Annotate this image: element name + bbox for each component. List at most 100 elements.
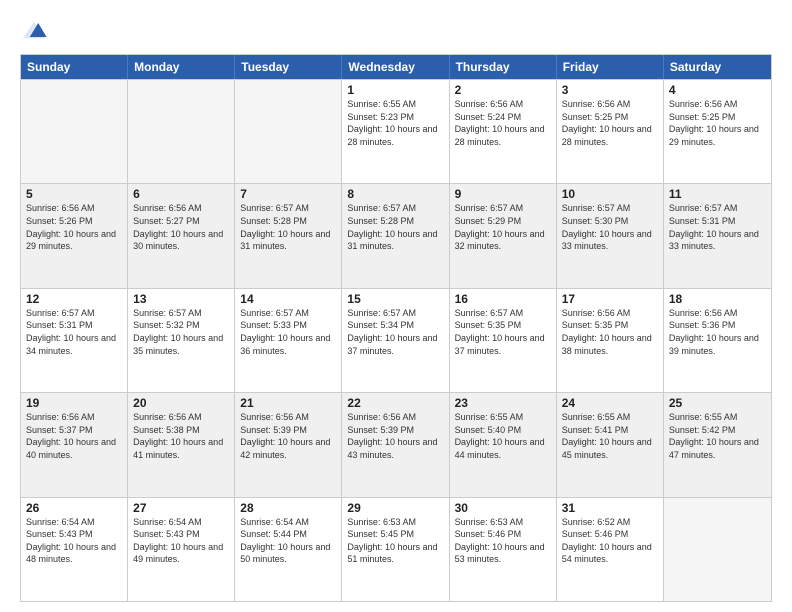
day-number: 15 xyxy=(347,292,443,306)
day-info: Sunrise: 6:56 AMSunset: 5:25 PMDaylight:… xyxy=(562,98,658,148)
day-info: Sunrise: 6:57 AMSunset: 5:35 PMDaylight:… xyxy=(455,307,551,357)
cal-week-2: 5Sunrise: 6:56 AMSunset: 5:26 PMDaylight… xyxy=(21,183,771,287)
day-number: 12 xyxy=(26,292,122,306)
day-info: Sunrise: 6:52 AMSunset: 5:46 PMDaylight:… xyxy=(562,516,658,566)
cal-cell-day-1: 1Sunrise: 6:55 AMSunset: 5:23 PMDaylight… xyxy=(342,80,449,183)
day-number: 25 xyxy=(669,396,766,410)
day-number: 8 xyxy=(347,187,443,201)
cal-cell-empty xyxy=(235,80,342,183)
day-info: Sunrise: 6:56 AMSunset: 5:26 PMDaylight:… xyxy=(26,202,122,252)
cal-header-friday: Friday xyxy=(557,55,664,79)
cal-header-thursday: Thursday xyxy=(450,55,557,79)
cal-cell-day-4: 4Sunrise: 6:56 AMSunset: 5:25 PMDaylight… xyxy=(664,80,771,183)
logo xyxy=(20,16,52,44)
cal-cell-day-3: 3Sunrise: 6:56 AMSunset: 5:25 PMDaylight… xyxy=(557,80,664,183)
day-number: 9 xyxy=(455,187,551,201)
calendar-header-row: SundayMondayTuesdayWednesdayThursdayFrid… xyxy=(21,55,771,79)
day-number: 5 xyxy=(26,187,122,201)
day-info: Sunrise: 6:53 AMSunset: 5:45 PMDaylight:… xyxy=(347,516,443,566)
cal-cell-day-30: 30Sunrise: 6:53 AMSunset: 5:46 PMDayligh… xyxy=(450,498,557,601)
cal-header-wednesday: Wednesday xyxy=(342,55,449,79)
day-info: Sunrise: 6:56 AMSunset: 5:39 PMDaylight:… xyxy=(240,411,336,461)
day-number: 10 xyxy=(562,187,658,201)
page: SundayMondayTuesdayWednesdayThursdayFrid… xyxy=(0,0,792,612)
day-info: Sunrise: 6:56 AMSunset: 5:37 PMDaylight:… xyxy=(26,411,122,461)
day-number: 16 xyxy=(455,292,551,306)
day-number: 18 xyxy=(669,292,766,306)
day-info: Sunrise: 6:55 AMSunset: 5:40 PMDaylight:… xyxy=(455,411,551,461)
day-number: 26 xyxy=(26,501,122,515)
day-info: Sunrise: 6:57 AMSunset: 5:28 PMDaylight:… xyxy=(347,202,443,252)
day-number: 3 xyxy=(562,83,658,97)
cal-cell-day-6: 6Sunrise: 6:56 AMSunset: 5:27 PMDaylight… xyxy=(128,184,235,287)
cal-week-4: 19Sunrise: 6:56 AMSunset: 5:37 PMDayligh… xyxy=(21,392,771,496)
day-info: Sunrise: 6:57 AMSunset: 5:34 PMDaylight:… xyxy=(347,307,443,357)
day-info: Sunrise: 6:57 AMSunset: 5:30 PMDaylight:… xyxy=(562,202,658,252)
day-number: 19 xyxy=(26,396,122,410)
cal-cell-day-27: 27Sunrise: 6:54 AMSunset: 5:43 PMDayligh… xyxy=(128,498,235,601)
day-info: Sunrise: 6:55 AMSunset: 5:23 PMDaylight:… xyxy=(347,98,443,148)
cal-week-3: 12Sunrise: 6:57 AMSunset: 5:31 PMDayligh… xyxy=(21,288,771,392)
day-info: Sunrise: 6:57 AMSunset: 5:29 PMDaylight:… xyxy=(455,202,551,252)
cal-header-tuesday: Tuesday xyxy=(235,55,342,79)
cal-cell-day-25: 25Sunrise: 6:55 AMSunset: 5:42 PMDayligh… xyxy=(664,393,771,496)
cal-cell-day-12: 12Sunrise: 6:57 AMSunset: 5:31 PMDayligh… xyxy=(21,289,128,392)
day-number: 7 xyxy=(240,187,336,201)
header xyxy=(20,16,772,44)
cal-cell-day-15: 15Sunrise: 6:57 AMSunset: 5:34 PMDayligh… xyxy=(342,289,449,392)
cal-cell-empty xyxy=(128,80,235,183)
calendar: SundayMondayTuesdayWednesdayThursdayFrid… xyxy=(20,54,772,602)
cal-cell-day-18: 18Sunrise: 6:56 AMSunset: 5:36 PMDayligh… xyxy=(664,289,771,392)
cal-cell-day-7: 7Sunrise: 6:57 AMSunset: 5:28 PMDaylight… xyxy=(235,184,342,287)
day-info: Sunrise: 6:54 AMSunset: 5:44 PMDaylight:… xyxy=(240,516,336,566)
cal-cell-day-8: 8Sunrise: 6:57 AMSunset: 5:28 PMDaylight… xyxy=(342,184,449,287)
day-number: 23 xyxy=(455,396,551,410)
day-number: 1 xyxy=(347,83,443,97)
day-info: Sunrise: 6:56 AMSunset: 5:24 PMDaylight:… xyxy=(455,98,551,148)
day-info: Sunrise: 6:57 AMSunset: 5:31 PMDaylight:… xyxy=(26,307,122,357)
day-info: Sunrise: 6:54 AMSunset: 5:43 PMDaylight:… xyxy=(133,516,229,566)
cal-cell-day-11: 11Sunrise: 6:57 AMSunset: 5:31 PMDayligh… xyxy=(664,184,771,287)
cal-cell-day-17: 17Sunrise: 6:56 AMSunset: 5:35 PMDayligh… xyxy=(557,289,664,392)
cal-week-1: 1Sunrise: 6:55 AMSunset: 5:23 PMDaylight… xyxy=(21,79,771,183)
day-info: Sunrise: 6:56 AMSunset: 5:25 PMDaylight:… xyxy=(669,98,766,148)
day-number: 28 xyxy=(240,501,336,515)
day-info: Sunrise: 6:57 AMSunset: 5:31 PMDaylight:… xyxy=(669,202,766,252)
cal-cell-day-14: 14Sunrise: 6:57 AMSunset: 5:33 PMDayligh… xyxy=(235,289,342,392)
day-info: Sunrise: 6:57 AMSunset: 5:32 PMDaylight:… xyxy=(133,307,229,357)
cal-cell-day-24: 24Sunrise: 6:55 AMSunset: 5:41 PMDayligh… xyxy=(557,393,664,496)
calendar-body: 1Sunrise: 6:55 AMSunset: 5:23 PMDaylight… xyxy=(21,79,771,601)
day-number: 17 xyxy=(562,292,658,306)
day-info: Sunrise: 6:56 AMSunset: 5:36 PMDaylight:… xyxy=(669,307,766,357)
day-number: 22 xyxy=(347,396,443,410)
cal-cell-day-21: 21Sunrise: 6:56 AMSunset: 5:39 PMDayligh… xyxy=(235,393,342,496)
day-info: Sunrise: 6:56 AMSunset: 5:38 PMDaylight:… xyxy=(133,411,229,461)
day-number: 2 xyxy=(455,83,551,97)
cal-cell-day-20: 20Sunrise: 6:56 AMSunset: 5:38 PMDayligh… xyxy=(128,393,235,496)
cal-cell-day-13: 13Sunrise: 6:57 AMSunset: 5:32 PMDayligh… xyxy=(128,289,235,392)
day-info: Sunrise: 6:55 AMSunset: 5:42 PMDaylight:… xyxy=(669,411,766,461)
day-info: Sunrise: 6:53 AMSunset: 5:46 PMDaylight:… xyxy=(455,516,551,566)
day-number: 20 xyxy=(133,396,229,410)
cal-cell-day-29: 29Sunrise: 6:53 AMSunset: 5:45 PMDayligh… xyxy=(342,498,449,601)
cal-cell-day-23: 23Sunrise: 6:55 AMSunset: 5:40 PMDayligh… xyxy=(450,393,557,496)
day-info: Sunrise: 6:56 AMSunset: 5:39 PMDaylight:… xyxy=(347,411,443,461)
day-number: 14 xyxy=(240,292,336,306)
cal-cell-day-10: 10Sunrise: 6:57 AMSunset: 5:30 PMDayligh… xyxy=(557,184,664,287)
cal-cell-day-2: 2Sunrise: 6:56 AMSunset: 5:24 PMDaylight… xyxy=(450,80,557,183)
day-info: Sunrise: 6:56 AMSunset: 5:35 PMDaylight:… xyxy=(562,307,658,357)
cal-header-sunday: Sunday xyxy=(21,55,128,79)
day-number: 6 xyxy=(133,187,229,201)
day-number: 29 xyxy=(347,501,443,515)
cal-cell-day-31: 31Sunrise: 6:52 AMSunset: 5:46 PMDayligh… xyxy=(557,498,664,601)
day-number: 13 xyxy=(133,292,229,306)
cal-cell-day-26: 26Sunrise: 6:54 AMSunset: 5:43 PMDayligh… xyxy=(21,498,128,601)
day-number: 24 xyxy=(562,396,658,410)
day-info: Sunrise: 6:57 AMSunset: 5:33 PMDaylight:… xyxy=(240,307,336,357)
day-number: 4 xyxy=(669,83,766,97)
day-info: Sunrise: 6:55 AMSunset: 5:41 PMDaylight:… xyxy=(562,411,658,461)
day-number: 21 xyxy=(240,396,336,410)
cal-cell-day-9: 9Sunrise: 6:57 AMSunset: 5:29 PMDaylight… xyxy=(450,184,557,287)
cal-header-monday: Monday xyxy=(128,55,235,79)
cal-cell-day-19: 19Sunrise: 6:56 AMSunset: 5:37 PMDayligh… xyxy=(21,393,128,496)
